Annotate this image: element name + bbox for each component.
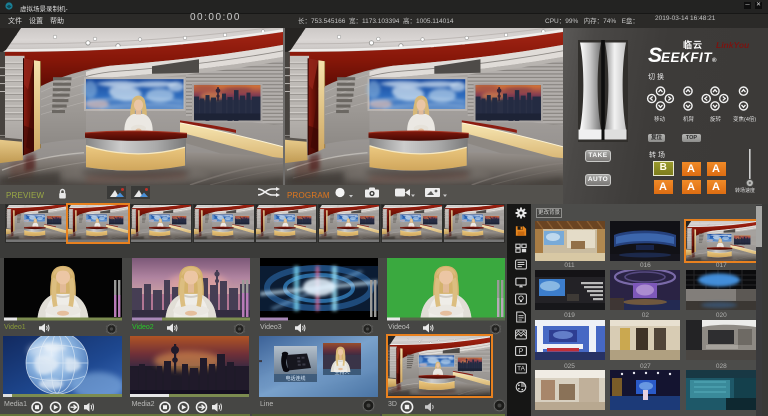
svg-text:TA: TA	[517, 366, 525, 373]
svg-text:P: P	[519, 349, 524, 356]
